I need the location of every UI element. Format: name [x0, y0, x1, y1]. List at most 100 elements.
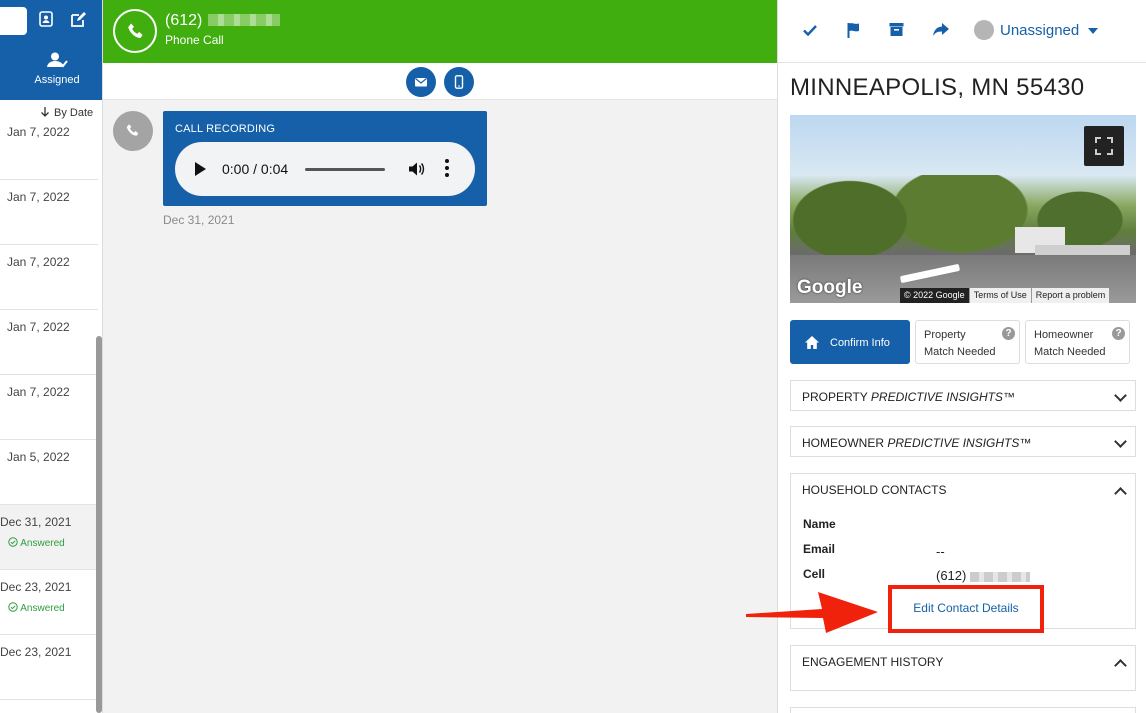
call-type: Phone Call	[165, 33, 224, 47]
list-header: Assigned	[0, 0, 102, 100]
compose-icon[interactable]	[70, 11, 88, 29]
panel-title: PROPERTY PREDICTIVE INSIGHTS™	[802, 390, 1015, 404]
list-item[interactable]: Jan 7, 2022	[0, 310, 98, 375]
list-scrollbar[interactable]	[96, 336, 102, 713]
assigned-tab-label: Assigned	[34, 74, 80, 86]
assigned-tab[interactable]: Assigned	[27, 52, 87, 86]
list-item[interactable]: Jan 7, 2022	[0, 245, 98, 310]
panel-title-suffix: PREDICTIVE INSIGHTS™	[887, 436, 1032, 450]
assigned-user-icon	[47, 52, 68, 68]
homeowner-insights-panel[interactable]: HOMEOWNER PREDICTIVE INSIGHTS™	[790, 426, 1136, 457]
conversation-list-pane: Assigned By Date Jan 7, 2022 Jan 7, 2022…	[0, 0, 103, 713]
chevron-up-icon[interactable]	[1114, 487, 1127, 500]
panel-title-prefix: HOMEOWNER	[802, 436, 888, 450]
property-match-button[interactable]: Property Match Needed ?	[915, 320, 1020, 364]
highlight-box: Edit Contact Details	[888, 585, 1044, 633]
status-text: Answered	[20, 538, 65, 549]
recording-title: CALL RECORDING	[175, 123, 276, 135]
mobile-phone-icon	[454, 75, 464, 89]
panel-title: HOUSEHOLD CONTACTS	[802, 483, 947, 497]
message-date: Dec 31, 2021	[163, 213, 235, 227]
engagement-history-panel[interactable]: ENGAGEMENT HISTORY	[790, 645, 1136, 691]
volume-icon[interactable]	[407, 160, 425, 183]
status-badge: Answered	[8, 537, 65, 549]
list-item[interactable]: Jan 7, 2022	[0, 180, 98, 245]
panel-title-prefix: PROPERTY	[802, 390, 871, 404]
help-icon[interactable]: ?	[1112, 327, 1125, 340]
contact-card-icon[interactable]	[38, 11, 56, 29]
assignee-value: Unassigned	[1000, 22, 1080, 39]
conversation-list: Jan 7, 2022 Jan 7, 2022 Jan 7, 2022 Jan …	[0, 115, 98, 700]
panel-title: ENGAGEMENT HISTORY	[802, 655, 944, 669]
archive-icon[interactable]	[889, 22, 904, 42]
list-item[interactable]: Dec 23, 2021	[0, 635, 98, 700]
conversation-date: Jan 7, 2022	[7, 190, 70, 204]
details-toolbar: Unassigned	[778, 0, 1146, 63]
page-title: MINNEAPOLIS, MN 55430	[790, 74, 1085, 101]
conversation-pane: (612) Phone Call CALL RECORDING 0:00 / 0…	[103, 0, 777, 713]
chevron-down-icon[interactable]	[1114, 435, 1127, 448]
cell-label: Cell	[803, 567, 826, 581]
audio-progress-slider[interactable]	[305, 168, 385, 171]
google-logo: Google	[797, 277, 863, 298]
redacted-number	[208, 14, 280, 26]
call-recording-card: CALL RECORDING 0:00 / 0:04	[163, 111, 487, 206]
list-item[interactable]: Jan 5, 2022	[0, 440, 98, 505]
conversation-date: Dec 31, 2021	[0, 515, 72, 529]
call-header: (612) Phone Call	[103, 0, 777, 63]
callout-arrow-icon	[746, 592, 878, 633]
search-input[interactable]	[0, 7, 27, 35]
cell-number: (612)	[936, 568, 967, 583]
conversation-date: Jan 7, 2022	[7, 125, 70, 139]
checkmark-icon[interactable]	[802, 22, 818, 43]
status-text: Answered	[20, 603, 65, 614]
conversation-date: Dec 23, 2021	[0, 580, 72, 594]
property-insights-panel[interactable]: PROPERTY PREDICTIVE INSIGHTS™	[790, 380, 1136, 411]
list-item[interactable]: Jan 7, 2022	[0, 115, 98, 180]
edit-contact-details-link[interactable]: Edit Contact Details	[892, 601, 1040, 615]
email-value: --	[936, 544, 945, 559]
flag-icon[interactable]	[846, 22, 862, 43]
chevron-up-icon[interactable]	[1114, 659, 1127, 672]
map-copyright: © 2022 Google	[900, 288, 969, 303]
phone-icon	[113, 9, 157, 53]
audio-player: 0:00 / 0:04	[175, 142, 475, 196]
chevron-down-icon[interactable]	[1114, 389, 1127, 402]
panel-title: HOMEOWNER PREDICTIVE INSIGHTS™	[802, 436, 1031, 450]
conversation-date: Jan 5, 2022	[7, 450, 70, 464]
homeowner-match-button[interactable]: Homeowner Match Needed ?	[1025, 320, 1130, 364]
list-item[interactable]: Dec 23, 2021 Answered	[0, 570, 98, 635]
map-attribution: © 2022 Google Terms of Use Report a prob…	[900, 288, 1110, 303]
terms-of-use-link[interactable]: Terms of Use	[968, 288, 1031, 303]
caret-down-icon	[1088, 28, 1098, 34]
email-channel-button[interactable]	[406, 67, 436, 97]
report-problem-link[interactable]: Report a problem	[1030, 288, 1110, 303]
play-icon[interactable]	[195, 162, 206, 176]
homeowner-match-label: Homeowner	[1034, 329, 1094, 341]
help-icon[interactable]: ?	[1002, 327, 1015, 340]
confirm-info-label: Confirm Info	[830, 337, 890, 349]
homeowner-match-status: Match Needed	[1034, 346, 1106, 358]
audio-time: 0:00 / 0:04	[222, 161, 289, 177]
fullscreen-button[interactable]	[1084, 126, 1124, 166]
name-label: Name	[803, 517, 836, 531]
panel-title-suffix: PREDICTIVE INSIGHTS™	[870, 390, 1015, 404]
confirm-info-button[interactable]: Confirm Info	[790, 320, 910, 364]
conversation-date: Dec 23, 2021	[0, 645, 72, 659]
property-match-label: Property	[924, 329, 966, 341]
conversation-date: Jan 7, 2022	[7, 320, 70, 334]
user-avatar-icon	[974, 20, 994, 40]
conversation-date: Jan 7, 2022	[7, 255, 70, 269]
more-options-icon[interactable]	[445, 159, 449, 177]
next-panel	[790, 707, 1136, 713]
list-item-selected[interactable]: Dec 31, 2021 Answered	[0, 505, 98, 570]
check-circle-icon	[8, 537, 18, 547]
home-icon	[805, 336, 819, 349]
check-circle-icon	[8, 602, 18, 612]
forward-icon[interactable]	[932, 22, 950, 43]
street-view-image[interactable]: Google © 2022 Google Terms of Use Report…	[790, 115, 1136, 303]
list-item[interactable]: Jan 7, 2022	[0, 375, 98, 440]
mobile-channel-button[interactable]	[444, 67, 474, 97]
redacted-number	[970, 571, 1031, 582]
fullscreen-icon	[1095, 137, 1113, 155]
